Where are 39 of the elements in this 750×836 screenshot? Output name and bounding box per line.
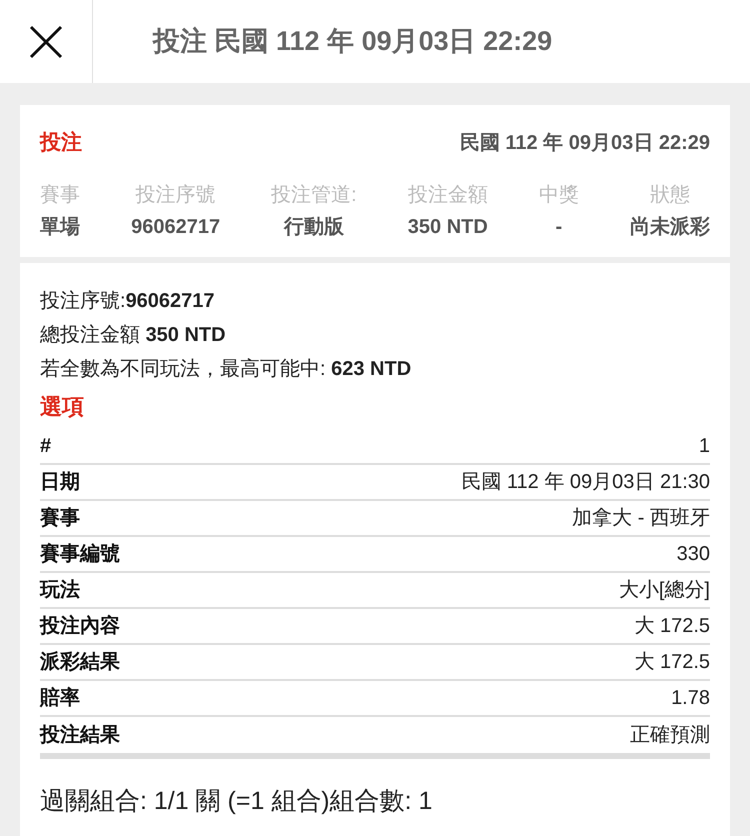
window-title: 投注 民國 112 年 09月03日 22:29 [153,25,552,58]
close-icon [29,24,63,58]
row-value: 民國 112 年 09月03日 21:30 [461,470,710,494]
info-line: 投注序號:96062717 [40,288,216,314]
bet-datetime: 民國 112 年 09月03日 22:29 [460,130,710,156]
row-value: 1 [698,434,710,458]
column-value: 行動版 [284,214,344,240]
column-value: - [556,214,562,240]
row-value: 1.78 [671,686,710,710]
row-value: 正確預測 [630,722,710,748]
row-value: 大 172.5 [634,614,710,638]
row-label: 玩法 [40,578,80,602]
row-value: 加拿大 - 西班牙 [572,506,710,530]
row-label: 賠率 [40,686,80,710]
column-heading: 投注序號 [136,182,216,208]
row-value: 大小[總分] [618,578,710,602]
row-label: 投注結果 [40,722,120,748]
row-label: 賽事 [40,506,80,530]
column-heading: 中獎 [538,182,579,208]
section-label: 投注 [40,130,82,156]
options-title: 選項 [40,392,85,420]
column-heading: 狀態 [650,182,690,208]
info-line: 總投注金額 350 NTD [40,322,227,348]
row-label: 投注內容 [40,614,120,638]
row-label: 派彩結果 [40,650,120,674]
column-value: 350 NTD [408,214,488,240]
row-value: 大 172.5 [634,650,710,674]
info-line: 若全數為不同玩法，最高可能中: 623 NTD [40,356,412,382]
row-value: 330 [676,542,710,566]
row-label: # [40,434,52,458]
combination-summary: 過關組合: 1/1 關 (=1 組合)組合數: 1 [40,786,434,816]
column-value: 96062717 [131,214,220,240]
column-heading: 賽事 [40,182,80,208]
row-label: 日期 [40,470,80,494]
column-value: 尚未派彩 [630,214,710,240]
column-value: 單場 [40,214,80,240]
column-heading: 投注金額 [408,182,488,208]
column-heading: 投注管道: [271,182,357,208]
row-label: 賽事編號 [40,542,120,566]
